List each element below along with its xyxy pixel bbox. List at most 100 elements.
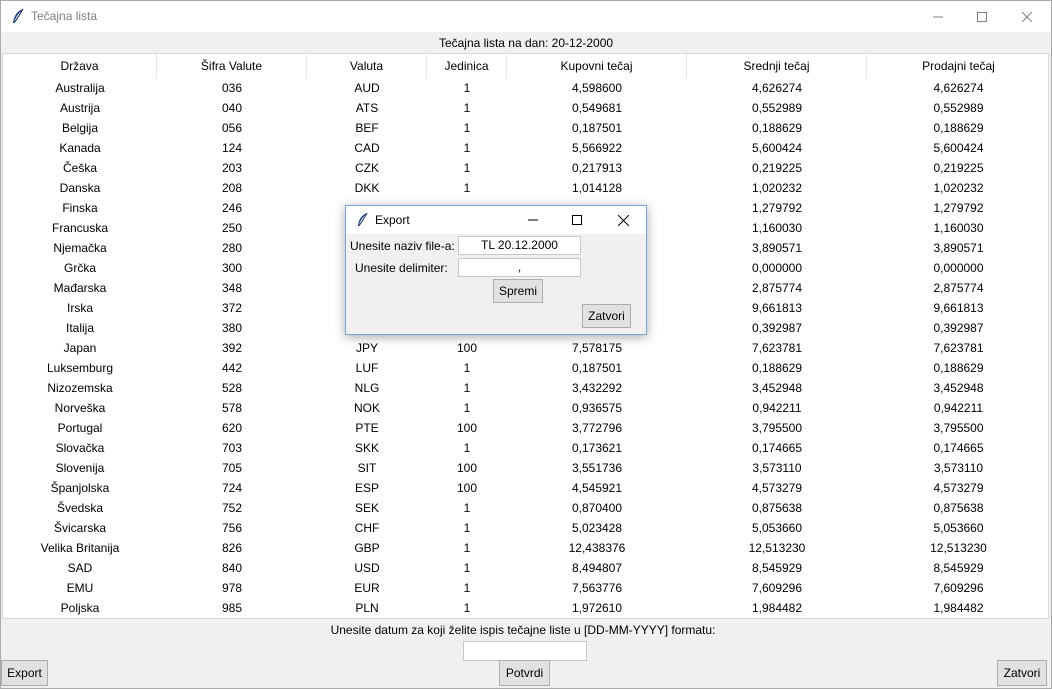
column-header[interactable]: Prodajni tečaj [867, 54, 1048, 78]
table-cell: Australija [55, 81, 105, 95]
table-row[interactable]: Švicarska 756 CHF 1 5,023428 5,053660 5,053660 [3, 518, 1048, 538]
table-row[interactable]: Velika Britanija 826 GBP 1 12,438376 12,51323… [3, 538, 1048, 558]
export-button[interactable]: Export [1, 660, 48, 686]
table-body: Australija 036 AUD 1 4,598600 4,626274 4,62627… [3, 78, 1048, 618]
column-header[interactable]: Država [3, 54, 157, 78]
table-cell: 4,573279 [751, 481, 803, 495]
table-cell: 280 [221, 241, 243, 255]
table-cell: PLN [355, 601, 379, 615]
table-cell: 1,984482 [933, 601, 984, 615]
table-cell: USD [354, 561, 380, 575]
dialog-maximize-button[interactable] [555, 206, 599, 234]
table-cell: Italija [65, 321, 94, 335]
filename-input[interactable]: TL 20.12.2000 [458, 236, 581, 255]
table-cell: 1,020232 [933, 181, 984, 195]
table-row[interactable]: Japan 392 JPY 100 7,578175 7,623781 7,623781 [3, 338, 1048, 358]
table-cell: BEF [355, 121, 379, 135]
table-row[interactable]: Poljska 985 PLN 1 1,972610 1,984482 1,984482 [3, 598, 1048, 618]
feather-icon [357, 212, 368, 227]
table-row[interactable]: Norveška 578 NOK 1 0,936575 0,942211 0,942211 [3, 398, 1048, 418]
table-cell: 0,936575 [571, 401, 623, 415]
save-button[interactable]: Spremi [493, 279, 543, 303]
table-cell: 4,626274 [751, 81, 803, 95]
table-cell: Danska [59, 181, 101, 195]
table-cell: 1 [463, 541, 471, 555]
table-cell: 0,392987 [933, 321, 984, 335]
table-cell: EUR [354, 581, 380, 595]
table-cell: 1 [463, 401, 471, 415]
table-cell: 0,870400 [571, 501, 623, 515]
table-cell: 0,942211 [752, 401, 802, 415]
table-cell: 1,972610 [571, 601, 623, 615]
feather-icon [13, 8, 24, 24]
delimiter-input[interactable]: , [458, 258, 581, 277]
table-cell: CHF [354, 521, 380, 535]
table-row[interactable]: Australija 036 AUD 1 4,598600 4,626274 4,62627… [3, 78, 1048, 98]
table-cell: 620 [221, 421, 243, 435]
table-cell: 0,552989 [751, 101, 803, 115]
column-header[interactable]: Šifra Valute [157, 54, 307, 78]
table-cell: EMU [66, 581, 94, 595]
table-cell: 203 [221, 161, 243, 175]
table-cell: 826 [221, 541, 243, 555]
table-row[interactable]: Slovenija 705 SIT 100 3,551736 3,573110 3,5731… [3, 458, 1048, 478]
minimize-button[interactable] [915, 1, 961, 32]
table-cell: Njemačka [53, 241, 107, 255]
dialog-close-window-button[interactable] [601, 206, 645, 234]
table-row[interactable]: Slovačka 703 SKK 1 0,173621 0,174665 0,174665 [3, 438, 1048, 458]
table-cell: SAD [67, 561, 93, 575]
table-cell: 246 [221, 201, 243, 215]
table-cell: 0,219225 [933, 161, 984, 175]
table-row[interactable]: Luksemburg 442 LUF 1 0,187501 0,188629 0,18862… [3, 358, 1048, 378]
confirm-button[interactable]: Potvrdi [499, 660, 550, 686]
table-cell: SEK [354, 501, 379, 515]
table-cell: 5,053660 [751, 521, 803, 535]
column-header[interactable]: Srednji tečaj [687, 54, 867, 78]
table-cell: Nizozemska [47, 381, 113, 395]
table-cell: 0,549681 [571, 101, 623, 115]
table-row[interactable]: Belgija 056 BEF 1 0,187501 0,188629 0,188629 [3, 118, 1048, 138]
table-row[interactable]: Nizozemska 528 NLG 1 3,432292 3,452948 3,45294… [3, 378, 1048, 398]
dialog-title-bar[interactable]: Export [346, 206, 646, 234]
table-cell: Irska [66, 301, 93, 315]
table-cell: 040 [221, 101, 243, 115]
table-row[interactable]: EMU 978 EUR 1 7,563776 7,609296 7,609296 [3, 578, 1048, 598]
table-cell: Finska [62, 201, 98, 215]
close-button[interactable]: Zatvori [997, 660, 1047, 686]
table-cell: 100 [456, 421, 478, 435]
table-cell: 380 [221, 321, 243, 335]
window-title: Tečajna lista [31, 9, 98, 23]
maximize-button[interactable] [959, 1, 1005, 32]
table-cell: 9,661813 [933, 301, 984, 315]
table-row[interactable]: Danska 208 DKK 1 1,014128 1,020232 1,020232 [3, 178, 1048, 198]
table-cell: 250 [221, 221, 243, 235]
exchange-rate-table[interactable]: Država Šifra Valute Valuta Jedinica Kupo… [2, 53, 1049, 619]
table-cell: 1 [463, 521, 471, 535]
column-header[interactable]: Jedinica [427, 54, 507, 78]
table-row[interactable]: SAD 840 USD 1 8,494807 8,545929 8,545929 [3, 558, 1048, 578]
table-cell: LUF [355, 361, 379, 375]
table-cell: 0,187501 [571, 361, 623, 375]
column-header[interactable]: Kupovni tečaj [507, 54, 687, 78]
close-window-button[interactable] [1004, 1, 1050, 32]
column-header[interactable]: Valuta [307, 54, 427, 78]
table-row[interactable]: Portugal 620 PTE 100 3,772796 3,795500 3,79550… [3, 418, 1048, 438]
date-input[interactable] [463, 641, 587, 661]
table-row[interactable]: Kanada 124 CAD 1 5,566922 5,600424 5,600424 [3, 138, 1048, 158]
table-row[interactable]: Austrija 040 ATS 1 0,549681 0,552989 0,552989 [3, 98, 1048, 118]
dialog-close-button[interactable]: Zatvori [582, 304, 631, 328]
table-cell: 1 [463, 441, 471, 455]
delimiter-label: Unesite delimiter: [355, 261, 448, 275]
table-cell: 7,609296 [751, 581, 803, 595]
table-cell: 0,875638 [751, 501, 803, 515]
table-cell: Francuska [51, 221, 109, 235]
table-cell: 0,000000 [751, 261, 803, 275]
table-cell: 703 [221, 441, 243, 455]
table-cell: 3,573110 [933, 461, 984, 475]
table-row[interactable]: Španjolska 724 ESP 100 4,545921 4,573279 4,573… [3, 478, 1048, 498]
dialog-minimize-button[interactable] [511, 206, 555, 234]
table-row[interactable]: Švedska 752 SEK 1 0,870400 0,875638 0,875638 [3, 498, 1048, 518]
table-cell: 2,875774 [933, 281, 984, 295]
title-bar[interactable]: Tečajna lista [1, 1, 1051, 32]
table-row[interactable]: Češka 203 CZK 1 0,217913 0,219225 0,219225 [3, 158, 1048, 178]
